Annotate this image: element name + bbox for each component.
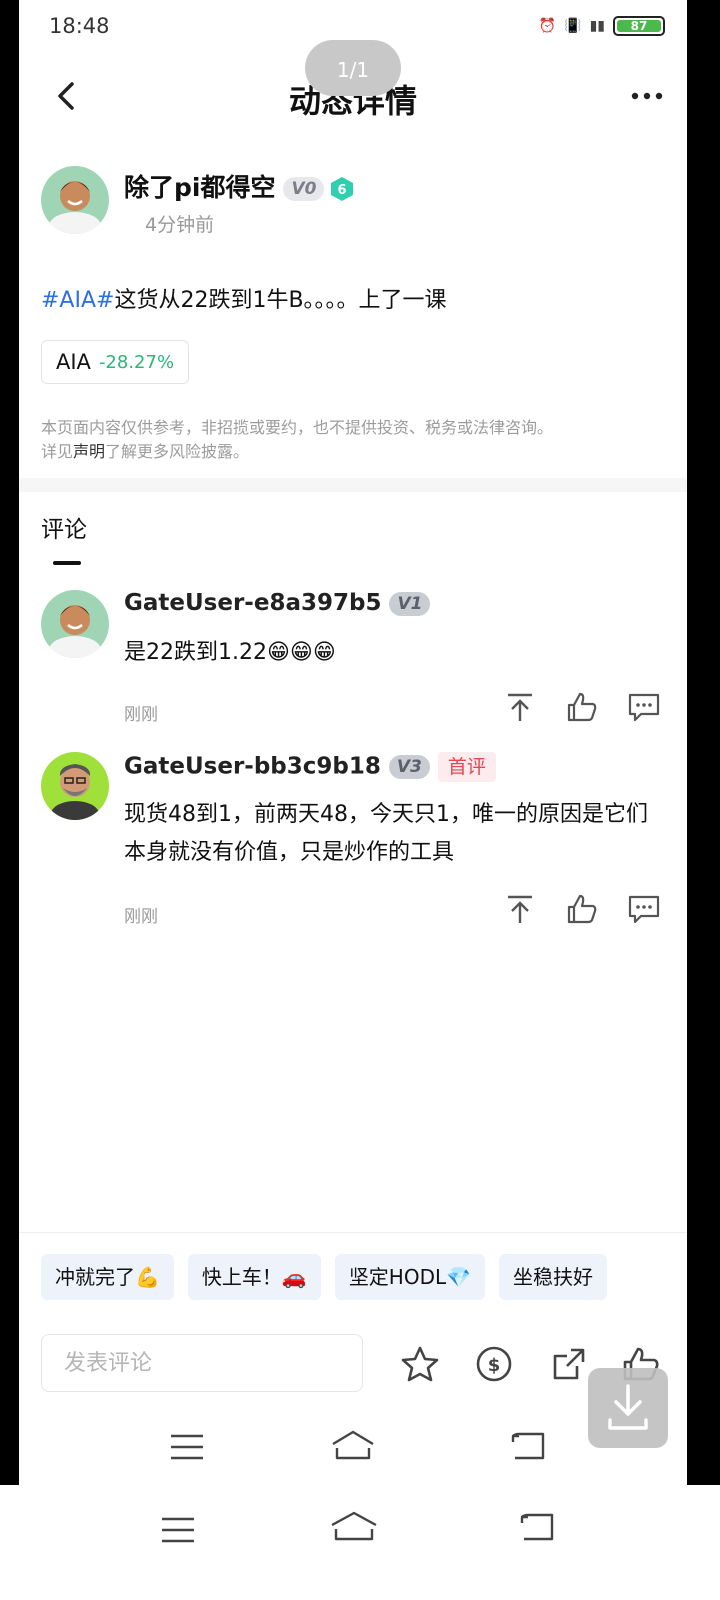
post-author: 除了pi都得空 V0 6 4分钟前 [41,166,661,246]
level-badge: V0 [283,177,325,201]
disclaimer-prefix: 详见 [41,442,74,461]
quick-reply-chip[interactable]: 快上车！🚗 [187,1254,321,1300]
commenter-name-text: GateUser-e8a397b5 [124,590,382,616]
comment-text: 现货48到1，前两天48，今天只1，唯一的原因是它们本身就没有价值，只是炒作的工… [124,802,648,865]
post-hashtag[interactable]: #AIA# [41,288,114,313]
battery-icon: 87 [613,16,665,36]
disclaimer-link[interactable]: 声明 [73,442,105,461]
status-icons: ⏰ 📳 ▮▮ 87 [539,16,665,36]
comment-actions [503,892,661,926]
commenter-name[interactable]: GateUser-e8a397b5 V1 [124,590,431,616]
app-screen: 18:48 ⏰ 📳 ▮▮ 87 动态详情 1/1 除了pi都得空 V0 6 4分… [19,0,687,1485]
section-divider [19,478,687,492]
back-nav-icon[interactable] [518,1511,558,1545]
menu-icon[interactable] [167,1430,207,1464]
first-comment-badge: 首评 [437,752,496,782]
level-badge: V1 [389,591,431,616]
author-name[interactable]: 除了pi都得空 V0 6 [124,168,354,204]
disclaimer-suffix: 了解更多风险披露。 [105,442,250,461]
home-icon[interactable] [329,1428,377,1462]
share-icon[interactable] [549,1344,589,1384]
quick-replies: 冲就完了💪 快上车！🚗 坚定HODL💎 坐稳扶好 [41,1254,608,1300]
disclaimer-line1: 本页面内容仅供参考，非招揽或要约，也不提供投资、税务或法律咨询。 [41,418,554,437]
like-icon[interactable] [565,892,599,926]
comment-text: 是22跌到1.22😁😁😁 [124,640,336,665]
comment-time: 刚刚 [124,705,158,725]
reply-icon[interactable] [627,690,661,724]
svg-text:$: $ [488,1355,501,1376]
quick-reply-chip[interactable]: 坚定HODL💎 [334,1254,486,1300]
tab-comments[interactable]: 评论 [41,510,87,544]
pin-top-icon[interactable] [503,690,537,724]
more-icon[interactable] [627,82,667,110]
post-content: #AIA#这货从22跌到1牛B。。。。上了一课 [41,282,447,314]
image-page-counter: 1/1 [305,40,401,96]
quick-reply-chip[interactable]: 冲就完了💪 [41,1254,174,1300]
reply-icon[interactable] [627,892,661,926]
like-icon[interactable] [565,690,599,724]
download-button[interactable] [588,1368,668,1448]
menu-icon[interactable] [158,1513,198,1547]
ticker-chip[interactable]: AIA -28.27% [41,340,190,384]
ticker-symbol: AIA [56,350,91,374]
comment-actions [503,690,661,724]
commenter-name-text: GateUser-bb3c9b18 [124,753,381,780]
battery-level: 87 [617,20,661,33]
pin-top-icon[interactable] [503,892,537,926]
comment-item: GateUser-bb3c9b18 V3 首评 现货48到1，前两天48，今天只1，… [41,752,661,932]
tab-underline [53,561,81,565]
signal-icon: ▮▮ [589,18,605,34]
home-icon[interactable] [328,1509,380,1543]
disclaimer-line2: 详见声明了解更多风险披露。 [41,440,661,464]
system-nav-bar [0,1485,720,1600]
commenter-avatar[interactable] [41,590,109,658]
author-avatar[interactable] [41,166,109,234]
star-icon[interactable] [400,1344,440,1384]
vibrate-icon: 📳 [564,18,582,34]
disclaimer: 本页面内容仅供参考，非招揽或要约，也不提供投资、税务或法律咨询。 详见声明了解更… [41,416,661,464]
commenter-avatar[interactable] [41,752,109,820]
post-text: 这货从22跌到1牛B。。。。上了一课 [114,288,447,313]
comment-input[interactable]: 发表评论 [41,1334,363,1392]
alarm-icon: ⏰ [538,18,557,34]
tip-coin-icon[interactable]: $ [474,1344,514,1384]
ticker-change: -28.27% [98,351,175,373]
level-hex-icon: 6 [331,177,354,201]
quick-reply-chip[interactable]: 坐稳扶好 [499,1254,608,1300]
bottom-panel-divider [19,1232,687,1233]
author-name-text: 除了pi都得空 [124,173,276,202]
status-time: 18:48 [49,14,110,38]
download-icon [608,1384,648,1430]
post-time: 4分钟前 [145,214,215,236]
comment-item: GateUser-e8a397b5 V1 是22跌到1.22😁😁😁 刚刚 [41,590,661,740]
back-nav-icon[interactable] [509,1430,549,1464]
level-hex-number: 6 [338,183,347,198]
commenter-name[interactable]: GateUser-bb3c9b18 V3 首评 [124,752,496,782]
comment-time: 刚刚 [124,907,158,927]
level-badge: V3 [388,755,430,779]
